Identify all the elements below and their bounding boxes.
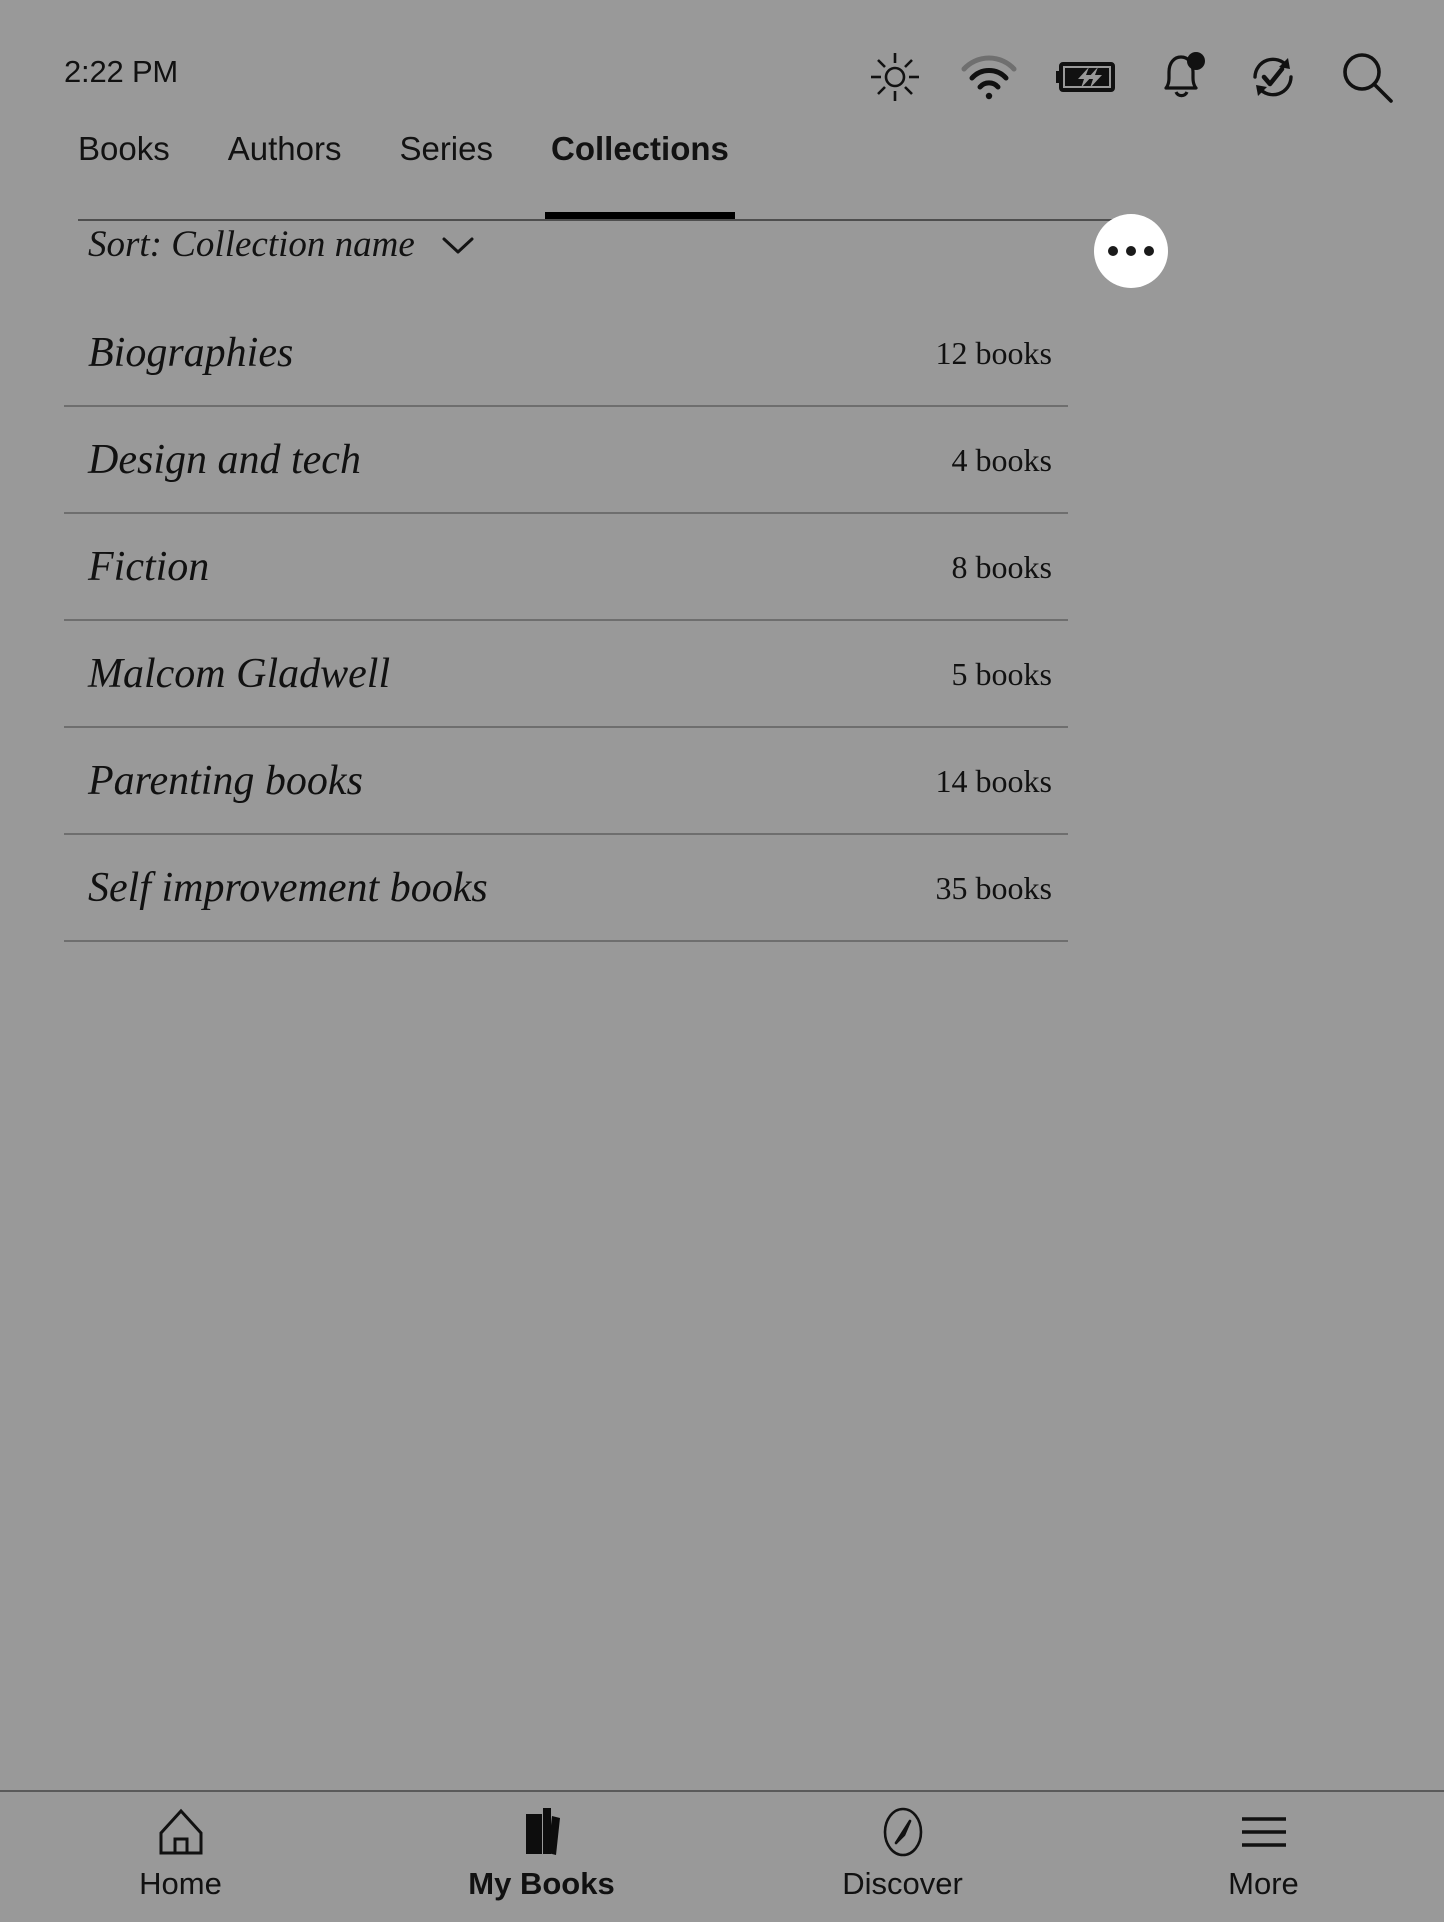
tab-books[interactable]: Books <box>78 124 170 167</box>
nav-item-discover[interactable]: Discover <box>722 1792 1083 1899</box>
nav-item-my-books[interactable]: My Books <box>361 1792 722 1899</box>
nav-label-home: Home <box>139 1866 222 1901</box>
collection-book-count: 12 books <box>935 334 1052 371</box>
notification-bell-icon[interactable] <box>1156 50 1208 104</box>
nav-label-my-books: My Books <box>468 1866 615 1901</box>
tab-series[interactable]: Series <box>399 124 493 167</box>
overflow-dot <box>1144 246 1154 256</box>
collection-name: Parenting books <box>88 757 363 804</box>
status-icon-group <box>868 48 1396 106</box>
sort-row: Sort: Collection name <box>78 208 1168 300</box>
collection-row[interactable]: Design and tech 4 books <box>64 407 1068 514</box>
collection-book-count: 4 books <box>951 441 1052 478</box>
collection-row[interactable]: Parenting books 14 books <box>64 728 1068 835</box>
collection-book-count: 14 books <box>935 762 1052 799</box>
brightness-icon[interactable] <box>868 50 922 104</box>
compass-icon <box>877 1806 929 1858</box>
nav-label-discover: Discover <box>842 1866 963 1901</box>
wifi-icon[interactable] <box>960 53 1018 101</box>
collection-row[interactable]: Malcom Gladwell 5 books <box>64 621 1068 728</box>
status-bar: 2:22 PM <box>0 0 1444 118</box>
home-icon <box>155 1806 207 1858</box>
search-icon[interactable] <box>1338 48 1396 106</box>
library-tab-bar: Books Authors Series Collections <box>78 124 1120 220</box>
collection-row[interactable]: Fiction 8 books <box>64 514 1068 621</box>
tab-collections[interactable]: Collections <box>545 124 735 220</box>
nav-item-more[interactable]: More <box>1083 1792 1444 1899</box>
collection-name: Fiction <box>88 543 210 590</box>
nav-label-more: More <box>1228 1866 1299 1901</box>
overflow-menu-button[interactable] <box>1094 214 1168 288</box>
collection-name: Self improvement books <box>88 864 488 911</box>
books-icon <box>514 1806 570 1858</box>
collection-book-count: 8 books <box>951 548 1052 585</box>
nav-item-home[interactable]: Home <box>0 1792 361 1899</box>
collection-book-count: 35 books <box>935 869 1052 906</box>
tab-authors[interactable]: Authors <box>228 124 342 167</box>
collection-book-count: 5 books <box>951 655 1052 692</box>
sync-icon[interactable] <box>1246 50 1300 104</box>
overflow-dot <box>1126 246 1136 256</box>
collection-name: Malcom Gladwell <box>88 650 391 697</box>
collection-name: Biographies <box>88 329 294 376</box>
collection-row[interactable]: Biographies 12 books <box>64 300 1068 407</box>
chevron-down-icon <box>441 234 475 256</box>
collection-row[interactable]: Self improvement books 35 books <box>64 835 1068 942</box>
sort-dropdown[interactable]: Sort: Collection name <box>88 226 475 263</box>
battery-charging-icon[interactable] <box>1056 60 1118 94</box>
collection-list: Biographies 12 books Design and tech 4 b… <box>64 300 1068 942</box>
bottom-navigation-bar: Home My Books Discover More <box>0 1790 1444 1922</box>
hamburger-menu-icon <box>1236 1806 1292 1858</box>
collection-name: Design and tech <box>88 436 361 483</box>
sort-label: Sort: Collection name <box>88 224 415 265</box>
overflow-dot <box>1108 246 1118 256</box>
status-time: 2:22 PM <box>64 54 179 89</box>
